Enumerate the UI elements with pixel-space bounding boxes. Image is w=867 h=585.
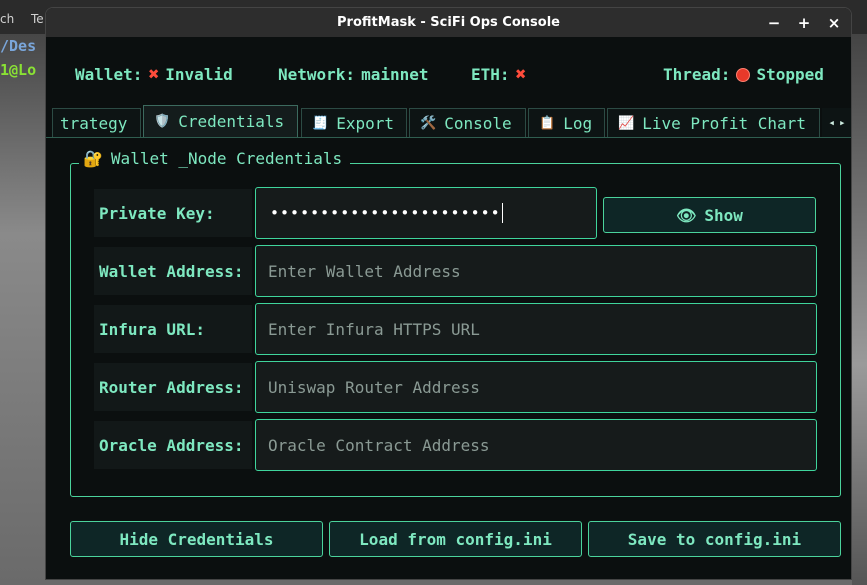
wallet-status-label: Wallet: bbox=[75, 65, 143, 84]
tools-icon: 🛠️ bbox=[420, 115, 437, 131]
clipboard-icon: 📋 bbox=[539, 115, 556, 131]
tab-scroll-buttons: ◂ ▸ bbox=[822, 108, 851, 137]
tab-scroll-left-icon[interactable]: ◂ bbox=[828, 116, 835, 129]
router-address-label: Router Address: bbox=[94, 363, 252, 411]
tab-label: Export bbox=[336, 113, 394, 133]
desktop-menu-item[interactable]: ch bbox=[0, 12, 14, 26]
show-key-label: Show bbox=[704, 205, 743, 225]
oracle-address-label: Oracle Address: bbox=[94, 421, 252, 469]
terminal-line: /Des bbox=[0, 37, 37, 55]
network-status-label: Network: bbox=[278, 65, 356, 84]
status-bar: Wallet: ✖ Invalid Network: mainnet ETH: … bbox=[46, 37, 851, 109]
group-title-text: Wallet _Node Credentials bbox=[110, 148, 343, 168]
tab-scroll-right-icon[interactable]: ▸ bbox=[839, 116, 846, 129]
show-key-button[interactable]: 👁 Show bbox=[603, 197, 816, 233]
close-button[interactable]: × bbox=[827, 14, 841, 32]
group-title: 🔐 Wallet _Node Credentials bbox=[79, 147, 351, 169]
maximize-button[interactable]: + bbox=[797, 14, 811, 32]
tab-label: Log bbox=[563, 113, 593, 133]
eth-status-label: ETH: bbox=[471, 65, 510, 84]
app-window: ProfitMask - SciFi Ops Console − + × Wal… bbox=[45, 7, 852, 580]
save-config-button[interactable]: Save to config.ini bbox=[588, 521, 841, 557]
infura-url-input[interactable] bbox=[255, 303, 817, 355]
wallet-address-input[interactable] bbox=[255, 245, 817, 297]
window-controls: − + × bbox=[767, 8, 841, 37]
hide-credentials-button[interactable]: Hide Credentials bbox=[70, 521, 323, 557]
receipt-icon: 🧾 bbox=[312, 115, 329, 131]
router-address-input[interactable] bbox=[255, 361, 817, 413]
minimize-button[interactable]: − bbox=[767, 14, 781, 32]
thread-status-value: Stopped bbox=[756, 65, 824, 84]
load-config-button[interactable]: Load from config.ini bbox=[329, 521, 582, 557]
window-title: ProfitMask - SciFi Ops Console bbox=[337, 15, 560, 30]
private-key-field[interactable]: ••••••••••••••••••••••• bbox=[255, 187, 597, 239]
oracle-address-input[interactable] bbox=[255, 419, 817, 471]
background-terminal: /Des 1@Lo bbox=[0, 34, 46, 94]
private-key-label: Private Key: bbox=[94, 189, 252, 237]
eth-status: ETH: ✖ bbox=[471, 65, 526, 84]
wallet-address-label: Wallet Address: bbox=[94, 247, 252, 295]
private-key-mask: ••••••••••••••••••••••• bbox=[270, 204, 501, 222]
network-status: Network: mainnet bbox=[278, 65, 429, 84]
tab-label: Console bbox=[444, 113, 512, 133]
eth-x-icon: ✖ bbox=[515, 63, 527, 85]
wallet-status-value: Invalid bbox=[165, 65, 233, 84]
tab-live-profit-chart[interactable]: 📈 Live Profit Chart bbox=[607, 108, 820, 137]
background-window-edge bbox=[852, 34, 867, 585]
desktop-menu-item[interactable]: Te bbox=[31, 12, 44, 26]
chart-icon: 📈 bbox=[618, 115, 635, 131]
infura-url-label: Infura URL: bbox=[94, 305, 252, 353]
invalid-x-icon: ✖ bbox=[148, 63, 160, 85]
shield-icon: 🛡️ bbox=[154, 114, 171, 129]
tab-credentials[interactable]: 🛡️ Credentials bbox=[143, 105, 298, 137]
wallet-status: Wallet: ✖ Invalid bbox=[75, 65, 233, 84]
title-bar[interactable]: ProfitMask - SciFi Ops Console − + × bbox=[46, 8, 851, 37]
eye-icon: 👁 bbox=[676, 205, 697, 225]
thread-status: Thread: Stopped bbox=[663, 65, 824, 84]
tab-log[interactable]: 📋 Log bbox=[528, 108, 605, 137]
text-caret bbox=[501, 203, 503, 223]
thread-status-label: Thread: bbox=[663, 65, 731, 84]
lock-key-icon: 🔐 bbox=[83, 148, 103, 168]
stopped-dot-icon bbox=[736, 67, 751, 82]
tab-export[interactable]: 🧾 Export bbox=[301, 108, 407, 137]
tab-label: Credentials bbox=[178, 112, 285, 131]
tab-strategy[interactable]: trategy bbox=[52, 108, 141, 137]
network-status-value: mainnet bbox=[361, 65, 429, 84]
tab-label: trategy bbox=[60, 113, 128, 133]
tab-bar: trategy 🛡️ Credentials 🧾 Export 🛠️ Conso… bbox=[46, 105, 851, 138]
tab-console[interactable]: 🛠️ Console bbox=[409, 108, 526, 137]
tab-label: Live Profit Chart bbox=[642, 113, 806, 133]
terminal-line: 1@Lo bbox=[0, 61, 37, 79]
